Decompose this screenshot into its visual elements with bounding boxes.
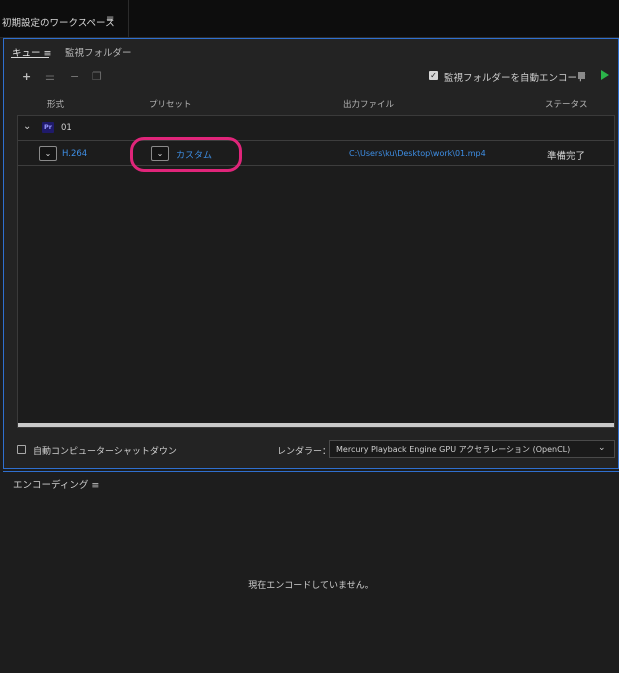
auto-encode-checkbox[interactable]: ✓ <box>429 71 438 80</box>
auto-shutdown-checkbox[interactable] <box>17 445 26 454</box>
chevron-down-icon[interactable]: ⌄ <box>598 443 606 453</box>
renderer-select[interactable]: Mercury Playback Engine GPU アクセラレーション (O… <box>329 440 615 458</box>
workspace-divider <box>128 0 129 38</box>
queue-group-row[interactable]: ⌄ Pr 01 <box>18 116 614 141</box>
encoding-panel: エンコーディング ≡ 現在エンコードしていません。 <box>3 471 619 673</box>
auto-encode-label: 監視フォルダーを自動エンコード <box>444 73 587 84</box>
column-header-output[interactable]: 出力ファイル <box>343 98 394 110</box>
settings-sliders-icon[interactable]: ⚌ <box>45 70 55 83</box>
queue-panel: キュー ≡ 監視フォルダー + ⚌ − ❐ ✓ 監視フォルダーを自動エンコード … <box>3 38 619 469</box>
encoding-empty-message: 現在エンコードしていません。 <box>248 581 374 591</box>
queue-list[interactable]: ⌄ Pr 01 ⌄ H.264 ⌄ カスタム C:\Users\ku\Deskt… <box>17 115 615 428</box>
queue-item-row[interactable]: ⌄ H.264 ⌄ カスタム C:\Users\ku\Desktop\work\… <box>18 141 614 166</box>
premiere-pro-icon: Pr <box>42 122 54 133</box>
column-header-preset[interactable]: プリセット <box>149 98 192 110</box>
stop-queue-icon[interactable] <box>578 72 585 79</box>
chevron-down-icon[interactable]: ⌄ <box>23 121 31 132</box>
column-header-status[interactable]: ステータス <box>545 98 588 110</box>
format-dropdown-button[interactable]: ⌄ <box>39 146 57 161</box>
column-header-format[interactable]: 形式 <box>47 98 64 110</box>
auto-shutdown-label: 自動コンピューターシャットダウン <box>33 447 177 457</box>
workspace-menu-icon[interactable]: ≡ <box>106 14 114 25</box>
remove-icon[interactable]: − <box>70 70 79 83</box>
renderer-label: レンダラー： <box>277 447 332 457</box>
format-link[interactable]: H.264 <box>62 149 87 159</box>
group-name: 01 <box>61 123 72 133</box>
duplicate-icon[interactable]: ❐ <box>92 70 102 83</box>
renderer-select-value: Mercury Playback Engine GPU アクセラレーション (O… <box>336 445 571 454</box>
active-tab-underline <box>11 57 49 58</box>
workspace-title[interactable]: 初期設定のワークスペース <box>2 15 115 29</box>
tab-watch-folders[interactable]: 監視フォルダー <box>65 45 132 59</box>
output-file-link[interactable]: C:\Users\ku\Desktop\work\01.mp4 <box>349 149 486 158</box>
encoding-panel-title[interactable]: エンコーディング ≡ <box>13 477 99 491</box>
status-text: 準備完了 <box>547 151 586 162</box>
workspace-bar: 初期設定のワークスペース ≡ <box>0 0 619 38</box>
start-queue-icon[interactable] <box>601 70 609 80</box>
preset-highlight-annotation <box>130 137 242 172</box>
add-source-icon[interactable]: + <box>22 70 31 83</box>
horizontal-scrollbar[interactable] <box>18 423 614 427</box>
